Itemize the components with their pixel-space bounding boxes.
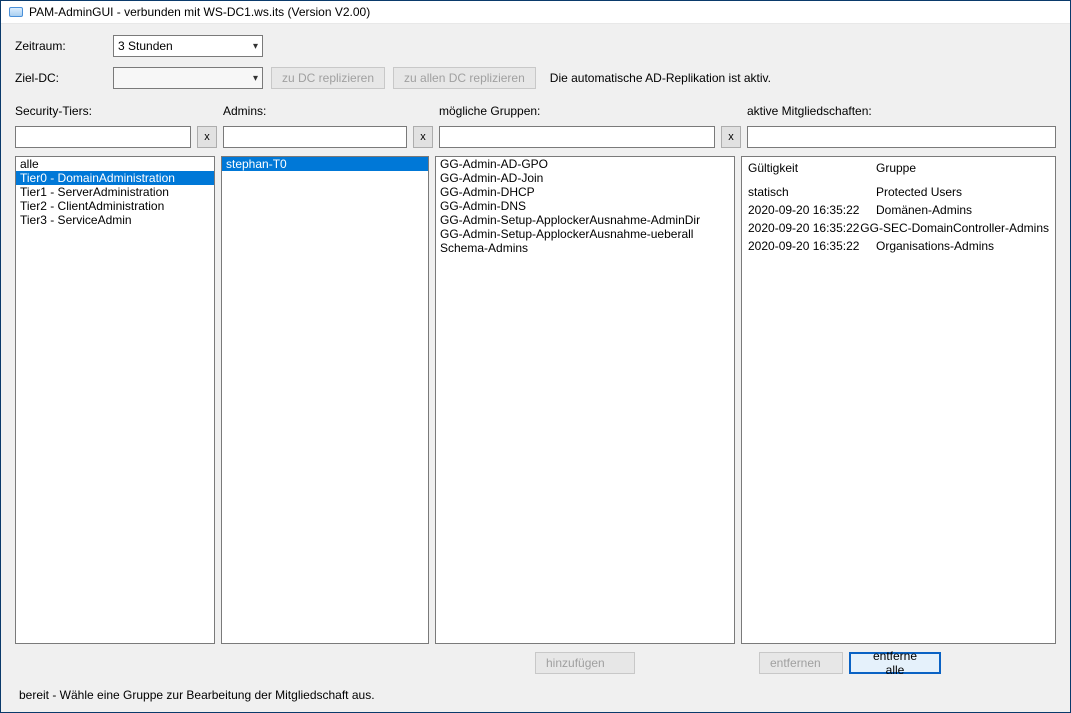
membership-row[interactable]: statischProtected Users [742,183,1055,201]
row-zieldc: Ziel-DC: ▾ zu DC replizieren zu allen DC… [15,66,1056,90]
add-button[interactable]: hinzufügen [535,652,635,674]
clear-groups-button[interactable]: x [721,126,741,148]
group-item[interactable]: GG-Admin-AD-Join [436,171,734,185]
filter-admins-input[interactable] [223,126,407,148]
memberships-listbox[interactable]: GültigkeitGruppestatischProtected Users2… [741,156,1056,644]
tier-item[interactable]: Tier1 - ServerAdministration [16,185,214,199]
group-item[interactable]: GG-Admin-Setup-ApplockerAusnahme-ueberal… [436,227,734,241]
group-item[interactable]: GG-Admin-DNS [436,199,734,213]
remove-button[interactable]: entfernen [759,652,843,674]
cell-group: Domänen-Admins [876,201,1049,219]
chevron-down-icon: ▾ [253,73,258,84]
filter-groups-input[interactable] [439,126,715,148]
cell-group: Protected Users [876,183,1049,201]
titlebar: PAM-AdminGUI - verbunden mit WS-DC1.ws.i… [1,1,1070,24]
tier-item[interactable]: Tier0 - DomainAdministration [16,171,214,185]
membership-row[interactable]: 2020-09-20 16:35:22Organisations-Admins [742,237,1055,255]
column-headers: Security-Tiers: Admins: mögliche Gruppen… [15,104,1056,118]
groups-listbox[interactable]: GG-Admin-AD-GPOGG-Admin-AD-JoinGG-Admin-… [435,156,735,644]
filters-row: x x x [15,126,1056,148]
replication-info-text: Die automatische AD-Replikation ist akti… [550,71,771,85]
header-groups: mögliche Gruppen: [439,104,739,118]
clear-admins-button[interactable]: x [413,126,433,148]
cell-validity: 2020-09-20 16:35:22 [748,219,860,237]
tiers-listbox[interactable]: alleTier0 - DomainAdministrationTier1 - … [15,156,215,644]
action-row: hinzufügen entfernen entferne alle [15,652,1056,674]
content-area: Zeitraum: 3 Stunden ▾ Ziel-DC: ▾ zu DC r… [1,24,1070,712]
filter-tiers-input[interactable] [15,126,191,148]
window-title: PAM-AdminGUI - verbunden mit WS-DC1.ws.i… [29,5,370,19]
cell-validity: statisch [748,183,876,201]
col-group[interactable]: Gruppe [876,161,1049,175]
row-zeitraum: Zeitraum: 3 Stunden ▾ [15,34,1056,58]
group-item[interactable]: GG-Admin-AD-GPO [436,157,734,171]
memberships-header: GültigkeitGruppe [742,157,1055,177]
clear-tiers-button[interactable]: x [197,126,217,148]
select-zeitraum-value: 3 Stunden [118,39,173,53]
label-zieldc: Ziel-DC: [15,71,105,85]
remove-all-button[interactable]: entferne alle [849,652,941,674]
filter-memberships-input[interactable] [747,126,1056,148]
cell-validity: 2020-09-20 16:35:22 [748,237,876,255]
tier-item[interactable]: Tier2 - ClientAdministration [16,199,214,213]
cell-group: GG-SEC-DomainController-Admins [860,219,1049,237]
cell-validity: 2020-09-20 16:35:22 [748,201,876,219]
select-zeitraum[interactable]: 3 Stunden ▾ [113,35,263,57]
lists-row: alleTier0 - DomainAdministrationTier1 - … [15,156,1056,644]
group-item[interactable]: Schema-Admins [436,241,734,255]
col-validity[interactable]: Gültigkeit [748,161,876,175]
admin-item[interactable]: stephan-T0 [222,157,428,171]
header-admins: Admins: [223,104,431,118]
cell-group: Organisations-Admins [876,237,1049,255]
admins-listbox[interactable]: stephan-T0 [221,156,429,644]
membership-row[interactable]: 2020-09-20 16:35:22Domänen-Admins [742,201,1055,219]
tier-item[interactable]: Tier3 - ServiceAdmin [16,213,214,227]
replicate-dc-button[interactable]: zu DC replizieren [271,67,385,89]
label-zeitraum: Zeitraum: [15,39,105,53]
group-item[interactable]: GG-Admin-DHCP [436,185,734,199]
membership-row[interactable]: 2020-09-20 16:35:22GG-SEC-DomainControll… [742,219,1055,237]
app-window: PAM-AdminGUI - verbunden mit WS-DC1.ws.i… [0,0,1071,713]
select-zieldc[interactable]: ▾ [113,67,263,89]
chevron-down-icon: ▾ [253,41,258,52]
app-icon [9,7,23,17]
status-bar: bereit - Wähle eine Gruppe zur Bearbeitu… [15,682,1056,706]
header-memberships: aktive Mitgliedschaften: [747,104,1056,118]
tier-item[interactable]: alle [16,157,214,171]
header-tiers: Security-Tiers: [15,104,215,118]
group-item[interactable]: GG-Admin-Setup-ApplockerAusnahme-AdminDi… [436,213,734,227]
replicate-all-dc-button[interactable]: zu allen DC replizieren [393,67,536,89]
